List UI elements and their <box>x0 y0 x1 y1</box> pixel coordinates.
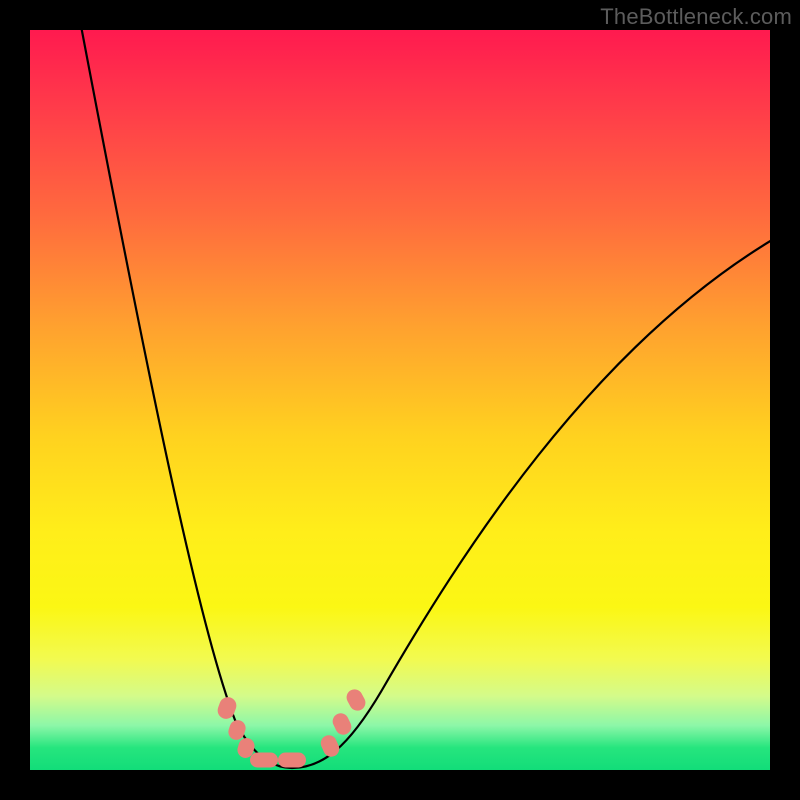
bottleneck-curve <box>78 30 770 768</box>
data-marker <box>278 753 306 768</box>
data-marker <box>318 733 342 760</box>
watermark-text: TheBottleneck.com <box>600 4 792 30</box>
data-marker <box>344 687 368 714</box>
data-marker <box>330 711 354 738</box>
data-markers <box>215 687 368 768</box>
data-marker <box>215 695 238 721</box>
data-marker <box>250 753 278 768</box>
chart-svg <box>30 30 770 770</box>
chart-frame <box>30 30 770 770</box>
